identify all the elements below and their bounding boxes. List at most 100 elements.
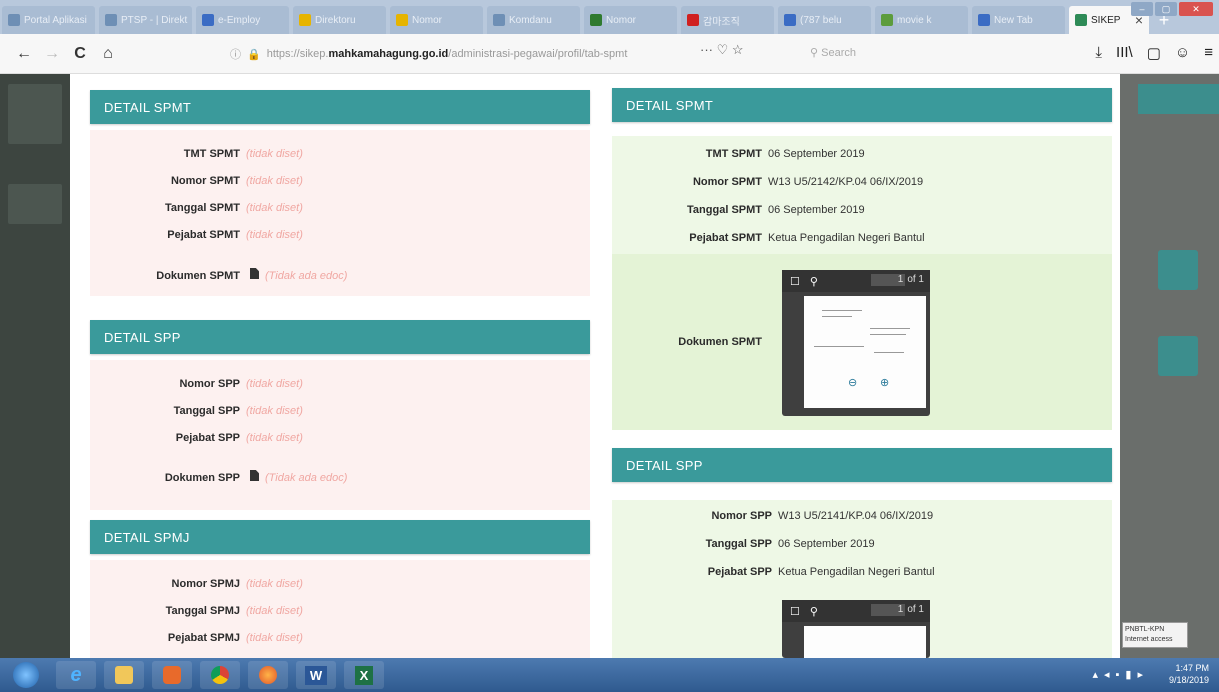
search-icon[interactable]: ⚲ (810, 275, 818, 288)
tab-label: New Tab (994, 14, 1033, 26)
left-spmj-row-1: Tanggal SPMJ (tidak diset) (90, 605, 303, 617)
browser-tab[interactable]: New Tab (972, 6, 1065, 34)
right-spp-row-0: Nomor SPP W13 U5/2141/KP.04 06/IX/2019 (612, 510, 933, 522)
field-value: 06 September 2019 (768, 148, 865, 160)
right-spmt-header: DETAIL SPMT (612, 88, 1112, 122)
field-value: W13 U5/2142/KP.04 06/IX/2019 (768, 176, 924, 188)
sidebar-menu-item[interactable] (8, 184, 62, 224)
maximize-button[interactable]: ▢ (1155, 2, 1177, 16)
favicon-icon (8, 14, 20, 26)
forward-button[interactable]: → (38, 45, 66, 63)
word-taskbar-button[interactable]: W (296, 661, 336, 689)
favicon-icon (396, 14, 408, 26)
left-spmt-row-3: Pejabat SPMT (tidak diset) (90, 229, 303, 241)
sidebar-toggle-icon[interactable]: ☐ (790, 275, 800, 288)
field-label: Tanggal SPP (173, 405, 240, 417)
overlay-button[interactable] (1158, 250, 1198, 290)
info-icon[interactable]: ⓘ (230, 46, 241, 62)
browser-tab[interactable]: Nomor (584, 6, 677, 34)
left-spmj-header: DETAIL SPMJ (90, 520, 590, 554)
browser-tab[interactable]: 감마조직 (681, 6, 774, 34)
search-input[interactable]: ⚲ Search (810, 46, 856, 59)
right-spp-row-2: Pejabat SPP Ketua Pengadilan Negeri Bantu… (612, 566, 935, 578)
extension-icon[interactable]: ☺ (1175, 44, 1190, 62)
clock[interactable]: 1:47 PM 9/18/2019 (1169, 662, 1209, 686)
system-tray[interactable]: ▴◂▪▮▸ (1092, 668, 1149, 681)
pdf-viewer[interactable]: ☐ ⚲ 1 of 1 ⊖ ⊕ (782, 270, 930, 416)
ie-taskbar-button[interactable]: e (56, 661, 96, 689)
overlay-button[interactable] (1158, 336, 1198, 376)
right-spmt-row-1: Nomor SPMT W13 U5/2142/KP.04 06/IX/2019 (612, 176, 923, 188)
search-icon[interactable]: ⚲ (810, 605, 818, 618)
sidebar-icon[interactable]: ▢ (1147, 44, 1161, 62)
left-spp-body: Nomor SPP (tidak diset) Tanggal SPP (tidak… (90, 360, 590, 510)
browser-tab[interactable]: Direktoru (293, 6, 386, 34)
search-placeholder: Search (821, 47, 856, 59)
field-value: (Tidak ada edoc) (265, 472, 348, 484)
menu-icon[interactable]: ≡ (1204, 44, 1213, 62)
browser-tab[interactable]: Komdanu (487, 6, 580, 34)
file-icon (250, 268, 259, 279)
favicon-icon (1075, 14, 1087, 26)
field-label: Pejabat SPP (175, 432, 240, 444)
browser-tab[interactable]: Portal Aplikasi (2, 6, 95, 34)
sidebar-toggle-icon[interactable]: ☐ (790, 605, 800, 618)
search-icon: ⚲ (810, 47, 822, 59)
sidebar-logo (8, 84, 62, 144)
start-button[interactable] (4, 661, 48, 689)
field-label: Pejabat SPMT (689, 232, 762, 244)
browser-tab[interactable]: movie k (875, 6, 968, 34)
url-domain: mahkamahagung.go.id (328, 48, 449, 60)
left-spmt-body: TMT SPMT (tidak diset) Nomor SPMT (tidak d… (90, 130, 590, 296)
url-bar[interactable]: ⓘ 🔒 https://sikep. mahkamahagung.go.id/ad… (230, 42, 700, 66)
back-button[interactable]: ← (10, 45, 38, 63)
browser-tab[interactable]: e-Employ (196, 6, 289, 34)
close-window-button[interactable]: ✕ (1179, 2, 1213, 16)
network-tooltip: PNBTL-KPN Internet access (1122, 622, 1188, 648)
field-value: Ketua Pengadilan Negeri Bantul (768, 232, 925, 244)
word-icon: W (304, 665, 328, 685)
favicon-icon (881, 14, 893, 26)
home-button[interactable]: ⌂ (94, 45, 122, 63)
right-spmt-row-0: TMT SPMT 06 September 2019 (612, 148, 865, 160)
field-label: Nomor SPMJ (171, 578, 240, 590)
tab-label: e-Employ (218, 14, 261, 26)
media-taskbar-button[interactable] (152, 661, 192, 689)
favicon-icon (299, 14, 311, 26)
library-icon[interactable]: III\ (1116, 44, 1133, 62)
field-label: Tanggal SPMT (165, 202, 240, 214)
app-sidebar (0, 74, 70, 658)
minimize-button[interactable]: – (1131, 2, 1153, 16)
field-label: Nomor SPMT (692, 176, 762, 188)
reload-button[interactable]: C (66, 45, 94, 63)
tab-label: movie k (897, 14, 932, 26)
zoom-in-icon[interactable]: ⊕ (880, 376, 889, 389)
field-value: (tidak diset) (246, 202, 303, 214)
page-actions-icons[interactable]: ··· ♡ ☆ (700, 42, 744, 58)
firefox-taskbar-button[interactable] (248, 661, 288, 689)
taskbar: e W X ▴◂▪▮▸ 1:47 PM 9/18/2019 (0, 658, 1219, 692)
browser-tab[interactable]: Nomor (390, 6, 483, 34)
pdf-page-indicator: 1 of 1 (871, 604, 924, 616)
browser-tab-bar: Portal Aplikasi PTSP - | Direkt e-Employ Di… (0, 0, 1219, 34)
page-number-input[interactable]: 1 (871, 604, 906, 616)
browser-tab[interactable]: (787 belu (778, 6, 871, 34)
field-label: Tanggal SPMJ (165, 605, 240, 617)
clock-time: 1:47 PM (1175, 663, 1209, 673)
url-prefix: https://sikep. (266, 48, 329, 60)
chrome-taskbar-button[interactable] (200, 661, 240, 689)
right-spmt-row-2: Tanggal SPMT 06 September 2019 (612, 204, 865, 216)
excel-taskbar-button[interactable]: X (344, 661, 384, 689)
windows-icon (13, 662, 39, 688)
downloads-icon[interactable]: ⤓ (1095, 44, 1102, 62)
page-actions[interactable]: ··· ♡ ☆ (700, 42, 744, 58)
field-value: 06 September 2019 (768, 204, 865, 216)
browser-tab[interactable]: PTSP - | Direkt (99, 6, 192, 34)
favicon-icon (784, 14, 796, 26)
zoom-out-icon[interactable]: ⊖ (848, 376, 857, 389)
page-number-input[interactable]: 1 (871, 274, 906, 286)
pdf-page (804, 626, 926, 658)
right-spp-row-1: Tanggal SPP 06 September 2019 (612, 538, 875, 550)
pdf-viewer[interactable]: ☐ ⚲ 1 of 1 (782, 600, 930, 658)
explorer-taskbar-button[interactable] (104, 661, 144, 689)
